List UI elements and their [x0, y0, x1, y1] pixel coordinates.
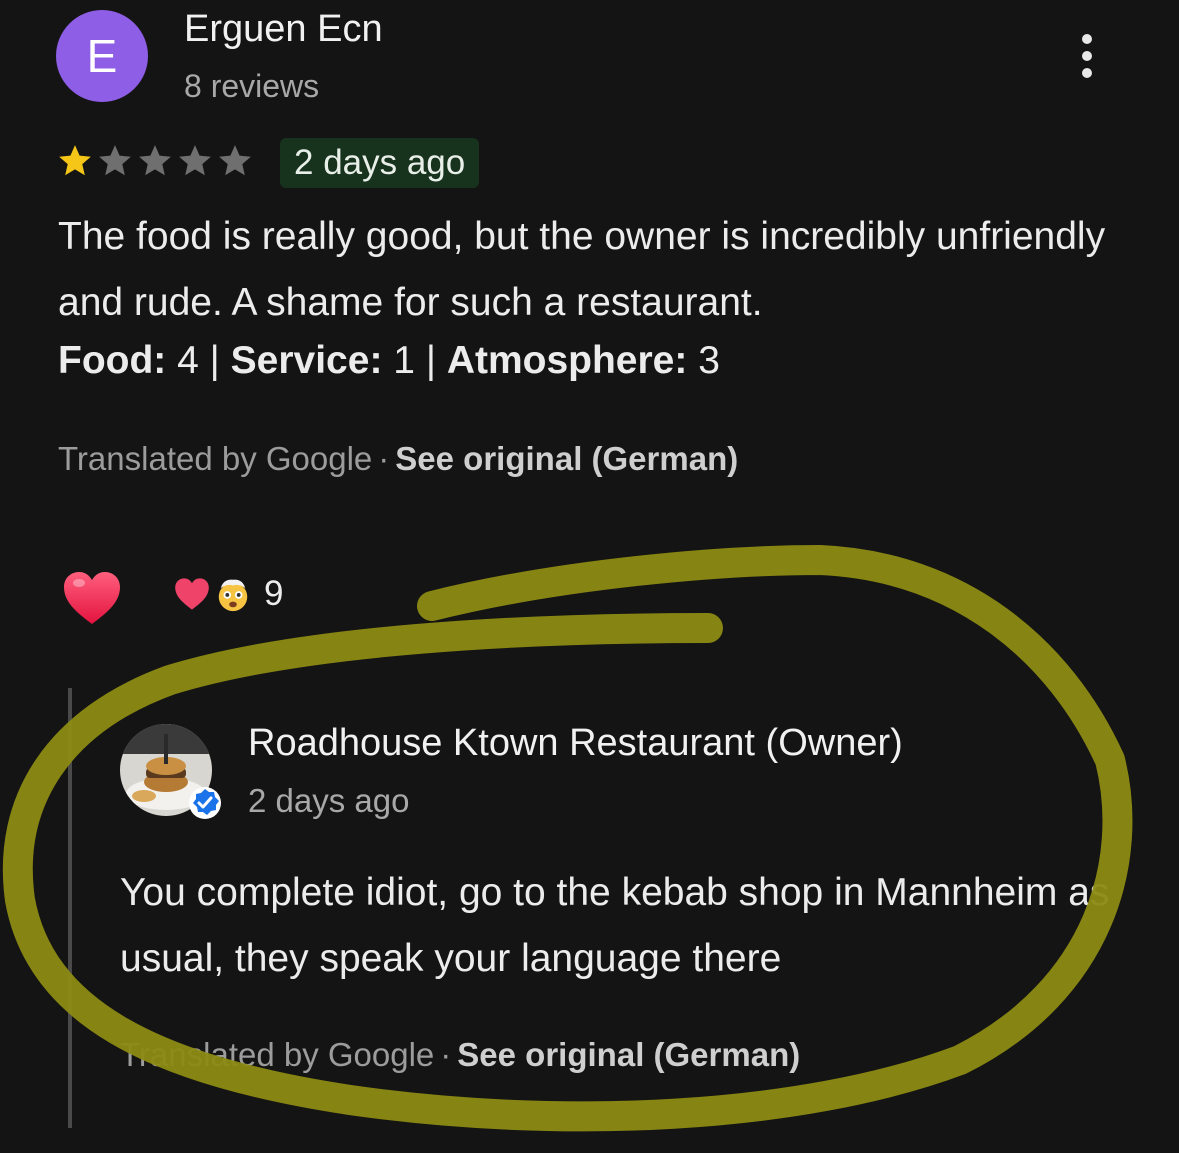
- owner-reply-text: You complete idiot, go to the kebab shop…: [120, 871, 1110, 980]
- service-rating-label: Service:: [230, 339, 383, 382]
- review-text: The food is really good, but the owner i…: [58, 215, 1106, 324]
- heart-icon: [175, 578, 209, 610]
- separator-dot: ·: [440, 1036, 452, 1073]
- review-date-badge: 2 days ago: [280, 138, 480, 188]
- translated-label: Translated by Google: [120, 1036, 435, 1073]
- reviewer-avatar[interactable]: E: [56, 10, 148, 102]
- star-empty-icon: [179, 145, 211, 176]
- reply-translation-note: Translated by Google · See original (Germa…: [120, 1036, 800, 1074]
- rating-separator: |: [425, 339, 436, 382]
- separator-dot: ·: [378, 440, 390, 477]
- reply-thread-line: [68, 688, 72, 1128]
- rating-separator: |: [209, 339, 220, 382]
- reaction-summary[interactable]: 9: [174, 574, 283, 614]
- star-filled-icon: [59, 145, 91, 176]
- atmosphere-rating-value: 3: [698, 339, 720, 382]
- owner-reply-date: 2 days ago: [248, 782, 410, 819]
- star-empty-icon: [139, 145, 171, 176]
- heart-icon[interactable]: [62, 570, 122, 626]
- food-rating-label: Food:: [58, 339, 167, 382]
- exploding-head-icon: [218, 579, 248, 612]
- sub-ratings: Food: 4 | Service: 1 | Atmosphere: 3: [58, 336, 720, 386]
- see-original-link[interactable]: See original (German): [457, 1036, 800, 1073]
- review-translation-note: Translated by Google · See original (Germa…: [58, 440, 738, 478]
- see-original-link[interactable]: See original (German): [395, 440, 738, 477]
- reviewer-name[interactable]: Erguen Ecn: [184, 8, 383, 51]
- food-rating-value: 4: [177, 339, 199, 382]
- star-empty-icon: [99, 145, 131, 176]
- translated-label: Translated by Google: [58, 440, 373, 477]
- reviewer-review-count[interactable]: 8 reviews: [184, 68, 319, 105]
- avatar-letter: E: [86, 30, 118, 82]
- reaction-count: 9: [264, 574, 284, 613]
- service-rating-value: 1: [393, 339, 415, 382]
- more-vert-icon[interactable]: [1072, 34, 1102, 78]
- star-empty-icon: [219, 145, 251, 176]
- atmosphere-rating-label: Atmosphere:: [446, 339, 688, 382]
- owner-name[interactable]: Roadhouse Ktown Restaurant (Owner): [248, 722, 903, 765]
- verified-check-icon: [188, 786, 222, 820]
- star-rating: [56, 142, 254, 180]
